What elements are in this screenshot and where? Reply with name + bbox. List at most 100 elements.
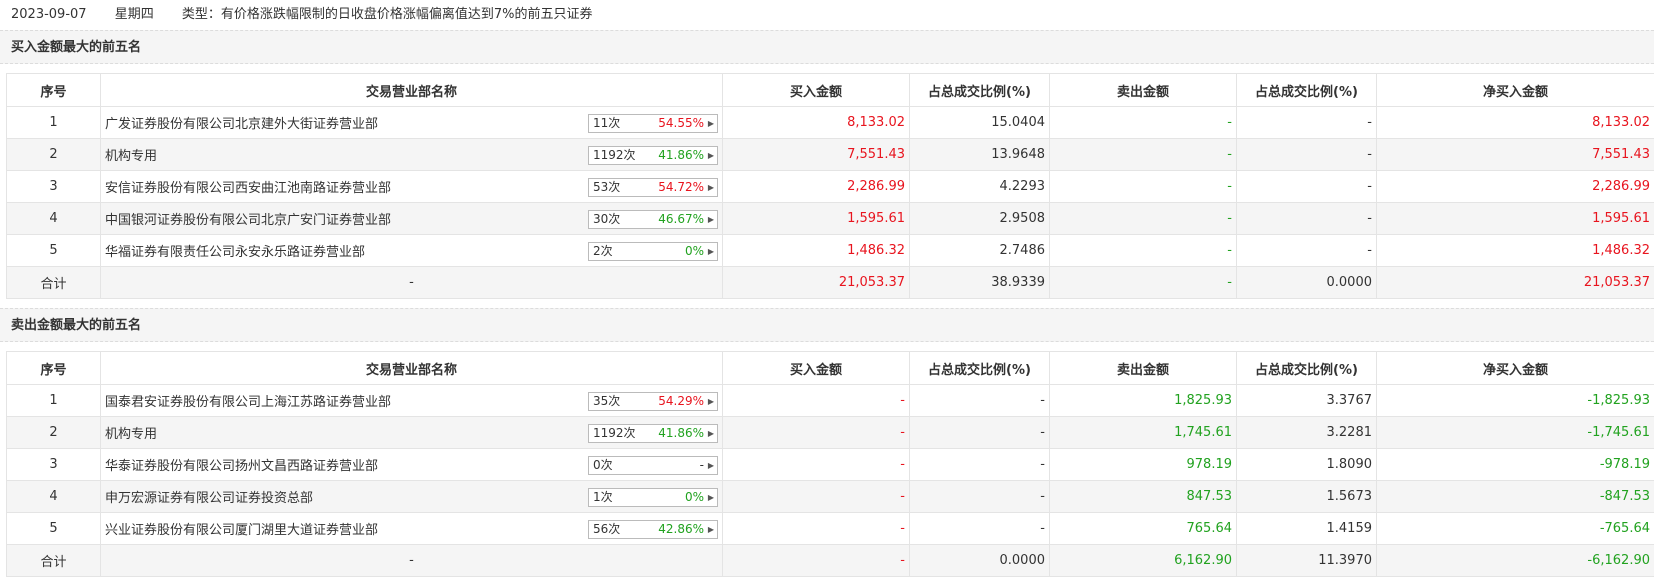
- dept-name-link[interactable]: 华泰证券股份有限公司扬州文昌西路证券营业部: [105, 455, 378, 474]
- buy-amount-value: 8,133.02: [847, 115, 905, 130]
- col-header-no: 序号: [6, 73, 101, 107]
- total-dept: -: [100, 544, 723, 577]
- sell-amount: 847.53: [1049, 480, 1237, 513]
- total-label: 合计: [6, 544, 101, 577]
- dept-stats-badge[interactable]: 30次 46.67% ▶: [588, 210, 718, 229]
- sell-ratio-value: 1.4159: [1326, 521, 1373, 536]
- row-no-value: 4: [49, 489, 58, 504]
- net-amount: 2,286.99: [1376, 170, 1654, 203]
- listing-times: 1192次: [593, 148, 636, 162]
- buy-ratio: -: [909, 512, 1050, 545]
- sell-amount: 978.19: [1049, 448, 1237, 481]
- total-buy-ratio: 38.9339: [909, 266, 1050, 299]
- success-rate: 42.86%: [658, 522, 704, 536]
- total-sell-ratio-value: 0.0000: [1326, 275, 1373, 290]
- total-sell-ratio-value: 11.3970: [1318, 553, 1372, 568]
- sell-ratio-value: 3.3767: [1326, 393, 1373, 408]
- buy-amount: -: [722, 448, 910, 481]
- sell-section-title: 卖出金额最大的前五名: [0, 308, 1654, 342]
- dept-stats-badge[interactable]: 56次 42.86% ▶: [588, 520, 718, 539]
- dept-stats-badge[interactable]: 0次 - ▶: [588, 456, 718, 475]
- buy-amount-value: 2,286.99: [847, 179, 905, 194]
- sell-amount-value: 978.19: [1186, 457, 1233, 472]
- net-amount-value: 2,286.99: [1592, 179, 1650, 194]
- buy-amount: 2,286.99: [722, 170, 910, 203]
- dept-name-link[interactable]: 中国银河证券股份有限公司北京广安门证券营业部: [105, 209, 391, 228]
- col-header-sell: 卖出金额: [1049, 73, 1237, 107]
- total-sell-value: -: [1227, 275, 1232, 290]
- dept-stats-badge[interactable]: 2次 0% ▶: [588, 242, 718, 261]
- listing-times: 1次: [593, 490, 613, 504]
- expand-arrow-icon: ▶: [707, 119, 714, 128]
- dept-name-link[interactable]: 广发证券股份有限公司北京建外大街证券营业部: [105, 113, 378, 132]
- sell-ratio-value: 1.8090: [1326, 457, 1373, 472]
- row-no-value: 1: [49, 393, 58, 408]
- buy-amount-value: 7,551.43: [847, 147, 905, 162]
- col-header-sell: 卖出金额: [1049, 351, 1237, 385]
- buy-amount: -: [722, 512, 910, 545]
- row-no: 2: [6, 138, 101, 171]
- row-no-value: 1: [49, 115, 58, 130]
- buy-amount-value: -: [900, 489, 905, 504]
- dept-stats-badge[interactable]: 1次 0% ▶: [588, 488, 718, 507]
- table-header-row: 序号 交易营业部名称 买入金额 占总成交比例(%) 卖出金额 占总成交比例(%)…: [6, 351, 1654, 385]
- sell-amount: 765.64: [1049, 512, 1237, 545]
- total-net-value: -6,162.90: [1587, 553, 1650, 568]
- col-header-net: 净买入金额: [1376, 73, 1654, 107]
- dept-stats-badge[interactable]: 11次 54.55% ▶: [588, 114, 718, 133]
- net-amount-value: -765.64: [1599, 521, 1650, 536]
- buy-ratio-value: -: [1040, 489, 1045, 504]
- buy-ratio: -: [909, 416, 1050, 449]
- success-rate: -: [699, 458, 704, 472]
- dept-name-link[interactable]: 华福证券有限责任公司永安永乐路证券营业部: [105, 241, 365, 260]
- total-sell: -: [1049, 266, 1237, 299]
- row-no: 5: [6, 512, 101, 545]
- row-no: 4: [6, 480, 101, 513]
- dept-name-link[interactable]: 国泰君安证券股份有限公司上海江苏路证券营业部: [105, 391, 391, 410]
- dept-name-link[interactable]: 机构专用: [105, 145, 157, 164]
- col-header-sell-pct: 占总成交比例(%): [1236, 73, 1377, 107]
- dept-stats-badge[interactable]: 35次 54.29% ▶: [588, 392, 718, 411]
- total-sell-ratio: 11.3970: [1236, 544, 1377, 577]
- expand-arrow-icon: ▶: [707, 429, 714, 438]
- total-buy-value: 21,053.37: [838, 275, 905, 290]
- total-dept: -: [100, 266, 723, 299]
- sell-top5-table: 序号 交易营业部名称 买入金额 占总成交比例(%) 卖出金额 占总成交比例(%)…: [6, 351, 1654, 577]
- dept-name-link[interactable]: 兴业证券股份有限公司厦门湖里大道证券营业部: [105, 519, 378, 538]
- sell-amount: -: [1049, 138, 1237, 171]
- dept-stats-badge[interactable]: 1192次 41.86% ▶: [588, 146, 718, 165]
- buy-ratio-value: 15.0404: [991, 115, 1045, 130]
- buy-ratio-value: 2.9508: [999, 211, 1046, 226]
- sell-ratio: -: [1236, 106, 1377, 139]
- buy-section-title: 买入金额最大的前五名: [0, 30, 1654, 64]
- buy-amount: -: [722, 480, 910, 513]
- expand-arrow-icon: ▶: [707, 151, 714, 160]
- dept-name-link[interactable]: 申万宏源证券有限公司证券投资总部: [105, 487, 313, 506]
- dept-name-link[interactable]: 安信证券股份有限公司西安曲江池南路证券营业部: [105, 177, 391, 196]
- buy-ratio-value: 4.2293: [999, 179, 1046, 194]
- buy-ratio-value: 13.9648: [991, 147, 1045, 162]
- sell-amount-value: 847.53: [1186, 489, 1233, 504]
- table-row: 1 国泰君安证券股份有限公司上海江苏路证券营业部 35次 54.29% ▶ - -1,825…: [6, 384, 1654, 417]
- dept-stats-badge[interactable]: 53次 54.72% ▶: [588, 178, 718, 197]
- sell-amount: -: [1049, 234, 1237, 267]
- buy-ratio-value: -: [1040, 393, 1045, 408]
- buy-ratio: -: [909, 384, 1050, 417]
- net-amount-value: 8,133.02: [1592, 115, 1650, 130]
- total-buy-ratio: 0.0000: [909, 544, 1050, 577]
- dept-cell: 华泰证券股份有限公司扬州文昌西路证券营业部 0次 - ▶: [100, 448, 723, 481]
- sell-ratio: -: [1236, 170, 1377, 203]
- total-row: 合计 - 21,053.37 38.9339 - 0.0000 21,053.37: [6, 266, 1654, 299]
- sell-amount-value: 1,745.61: [1174, 425, 1232, 440]
- col-header-buy-pct: 占总成交比例(%): [909, 351, 1050, 385]
- sell-amount: 1,825.93: [1049, 384, 1237, 417]
- buy-ratio-value: 2.7486: [999, 243, 1046, 258]
- buy-ratio: 2.7486: [909, 234, 1050, 267]
- listing-times: 35次: [593, 394, 621, 408]
- buy-ratio: 15.0404: [909, 106, 1050, 139]
- dept-stats-badge[interactable]: 1192次 41.86% ▶: [588, 424, 718, 443]
- listing-times: 56次: [593, 522, 621, 536]
- sell-ratio-value: -: [1367, 147, 1372, 162]
- sell-ratio-value: -: [1367, 179, 1372, 194]
- dept-name-link[interactable]: 机构专用: [105, 423, 157, 442]
